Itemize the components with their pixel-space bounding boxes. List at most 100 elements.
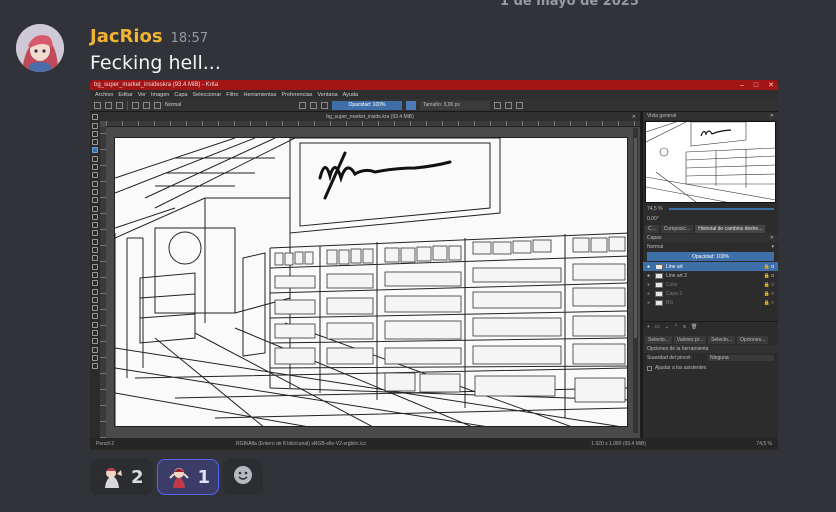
shape-edit-tool-icon xyxy=(92,130,98,137)
rect-select-tool-icon xyxy=(92,305,98,312)
status-color-profile: RGB/Alfa (Entero de 8 bits/canal) sRGB-e… xyxy=(236,441,367,447)
layer-row: ● Line art 2 🔒 α xyxy=(643,271,778,280)
crop-tool-icon xyxy=(92,247,98,254)
layer-thumbnail xyxy=(655,281,663,288)
avatar-image xyxy=(16,24,64,72)
docker-tab-3: Historial de cambios deshe... xyxy=(695,225,766,233)
tool-tab-1: Selecto... xyxy=(645,336,672,344)
wrap-icon xyxy=(505,101,512,109)
tool-tab-4: Opciones... xyxy=(737,336,769,344)
zoom-value: 74,5 % xyxy=(647,206,663,212)
tool-options-header: Opciones de la herramienta xyxy=(643,345,778,353)
layer-row: ● Capa 3 🔒 α xyxy=(643,289,778,298)
image-attachment[interactable]: bg_super_market_insideskra (93.4 MiB) - … xyxy=(90,80,778,450)
vertical-ruler xyxy=(100,127,106,438)
ellipse-select-tool-icon xyxy=(92,313,98,320)
smiley-icon xyxy=(232,464,254,490)
krita-toolbar: Normal Opacidad: 100% Tamaño: 3,00 px xyxy=(90,99,778,112)
krita-statusbar: Pencil-2 RGB/Alfa (Entero de 8 bits/cana… xyxy=(90,438,778,450)
fill-tool-icon xyxy=(92,271,98,278)
save-document-icon xyxy=(116,101,123,109)
pan-tool-icon xyxy=(92,363,98,370)
layer-name: Color xyxy=(666,281,678,288)
freehand-path-tool-icon xyxy=(92,205,98,212)
tool-tab-2: Valores pr... xyxy=(673,336,707,344)
status-dimensions: 1.920 x 1.080 (93.4 MiB) xyxy=(591,441,646,447)
krita-dock-panel: Vista general ✕ 74,5 % 0,00° C... Compos… xyxy=(642,112,778,438)
assistant-tool-icon xyxy=(92,280,98,287)
layer-blend-row: Normal ▾ xyxy=(643,242,778,251)
status-tool: Pencil-2 xyxy=(96,441,115,447)
docker-close-icon: ✕ xyxy=(769,113,774,119)
move-down-icon: ⌄ xyxy=(664,323,669,330)
open-document-icon xyxy=(105,101,112,109)
menu-preferencias: Preferencias xyxy=(281,91,313,98)
reaction-2[interactable]: 1 xyxy=(156,459,220,495)
message-header: JacRios 18:57 xyxy=(90,26,208,47)
line-tool-icon xyxy=(92,155,98,162)
krita-window-title: bg_super_market_insideskra (93.4 MiB) - … xyxy=(94,82,219,88)
visibility-eye-icon: ● xyxy=(647,272,651,279)
smoothing-select: Ninguna xyxy=(708,355,774,361)
menu-herramientas: Herramientas xyxy=(243,91,277,98)
visibility-eye-icon: ● xyxy=(647,299,651,306)
menu-filtro: Filtro xyxy=(226,91,239,98)
layer-row: ● Line art 🔒 α xyxy=(643,262,778,271)
visibility-eye-icon: ● xyxy=(647,281,651,288)
select-tool-icon xyxy=(92,114,98,121)
avatar[interactable] xyxy=(16,24,64,72)
preserve-alpha-icon xyxy=(310,101,317,109)
krita-toolbox xyxy=(90,112,100,438)
zoom-slider xyxy=(668,208,774,210)
rectangle-tool-icon xyxy=(92,164,98,171)
brush-size-slider: Tamaño: 3,00 px xyxy=(420,100,490,110)
author-name[interactable]: JacRios xyxy=(90,26,163,47)
layer-thumbnail xyxy=(655,290,663,297)
contiguous-select-tool-icon xyxy=(92,338,98,345)
move-up-icon: ⌃ xyxy=(673,323,679,330)
reaction-2-count: 1 xyxy=(197,466,211,488)
crop-icon xyxy=(516,101,523,109)
thumbs-up-character-emoji-icon xyxy=(99,464,125,490)
docker-tab-1: C... xyxy=(645,225,659,233)
krita-canvas-area: bg_super_market_inside.kra (93.4 MiB) ✕ xyxy=(100,112,640,438)
krita-titlebar: bg_super_market_insideskra (93.4 MiB) - … xyxy=(90,80,778,90)
layer-lock-icon: 🔒 α xyxy=(763,272,774,279)
layer-thumbnail xyxy=(655,299,663,306)
text-tool-icon xyxy=(92,122,98,129)
smoothing-label: Suavidad del pincel: xyxy=(647,355,692,361)
snap-label: Ajustar a los asistentes xyxy=(655,365,707,371)
date-divider: 1 de mayo de 2025 xyxy=(500,0,639,9)
horizontal-ruler xyxy=(106,121,640,127)
dancing-character-emoji-icon xyxy=(165,464,192,490)
timestamp: 18:57 xyxy=(170,31,209,46)
menu-capa: Capa xyxy=(174,91,188,98)
reaction-1-count: 2 xyxy=(131,466,144,488)
opacity-slider: Opacidad: 100% xyxy=(332,100,402,110)
blend-mode-select: Normal xyxy=(165,102,182,108)
maximize-icon: □ xyxy=(753,81,759,89)
vertical-scrollbar xyxy=(633,128,638,433)
menu-ventana: Ventana xyxy=(317,91,338,98)
move-tool-icon xyxy=(92,238,98,245)
multibrush-tool-icon xyxy=(92,222,98,229)
transform-tool-icon xyxy=(92,230,98,237)
dynamic-brush-tool-icon xyxy=(92,213,98,220)
gradient-tool-icon xyxy=(92,255,98,262)
tool-option-tabs: Selecto... Valores pr... Selecto... Opci… xyxy=(643,335,778,345)
brush-tool-icon xyxy=(92,147,98,154)
polygon-select-tool-icon xyxy=(92,321,98,328)
krita-menubar: Archivo Editar Ver Imagen Capa Seleccion… xyxy=(90,90,778,99)
layer-name: BG xyxy=(666,299,674,306)
layer-thumbnail xyxy=(655,263,663,270)
overview-zoom-row: 74,5 % xyxy=(643,204,778,214)
layer-lock-icon: 🔒 α xyxy=(763,290,774,297)
polyline-tool-icon xyxy=(92,188,98,195)
menu-archivo: Archivo xyxy=(95,91,114,98)
layer-menu-icon: ≡ xyxy=(683,323,686,330)
ellipse-tool-icon xyxy=(92,172,98,179)
add-reaction-button[interactable] xyxy=(223,459,264,495)
add-layer-icon: + xyxy=(647,323,650,330)
zoom-tool-icon xyxy=(92,354,98,361)
reaction-1[interactable]: 2 xyxy=(90,459,153,495)
